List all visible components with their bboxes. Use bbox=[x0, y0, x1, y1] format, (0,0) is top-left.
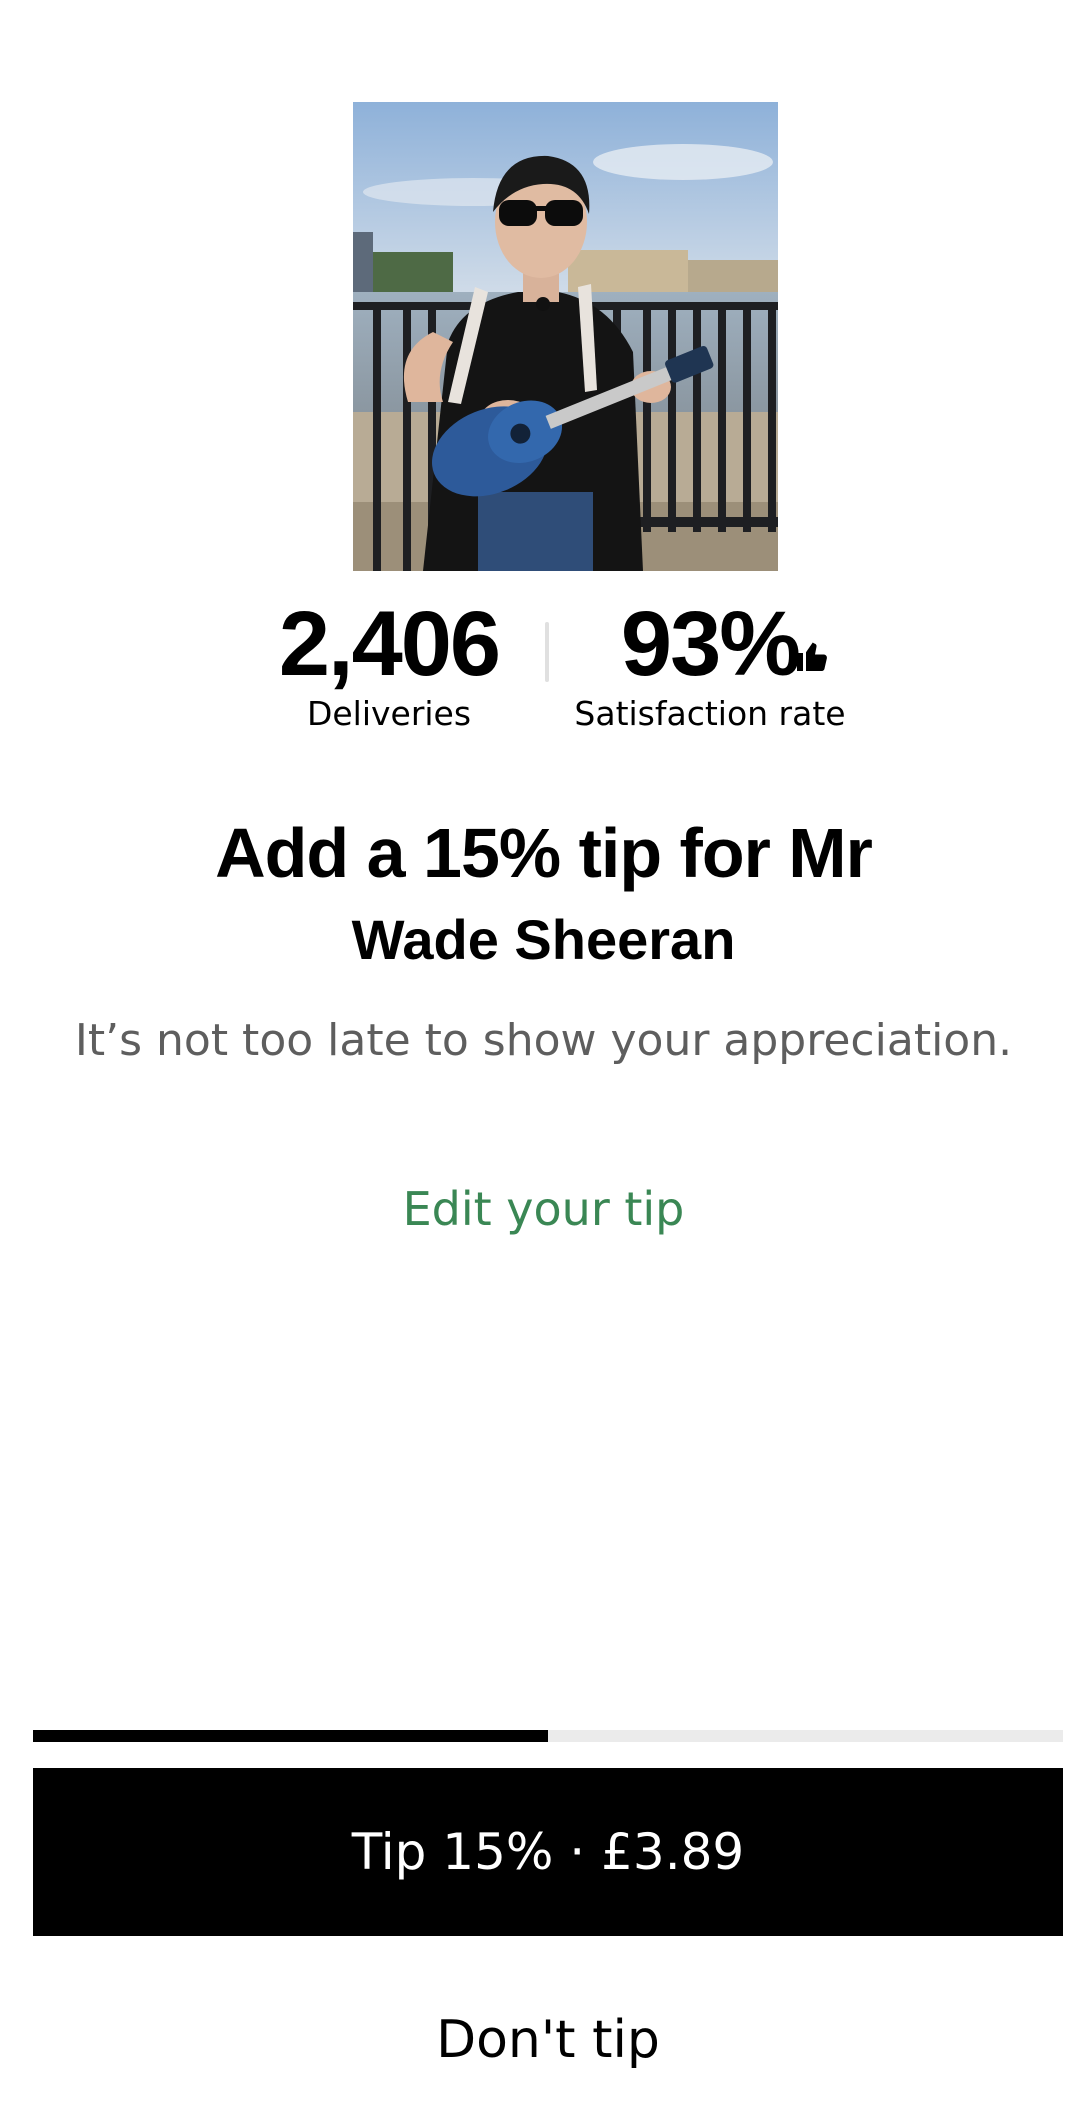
courier-stats: 2,406 Deliveries 93% Satisfaction rate bbox=[0, 594, 1087, 744]
stats-divider bbox=[545, 622, 549, 682]
edit-tip-link[interactable]: Edit your tip bbox=[0, 1176, 1087, 1242]
thumbs-up-icon bbox=[794, 638, 830, 678]
courier-name: Wade Sheeran bbox=[351, 908, 736, 971]
tip-button[interactable]: Tip 15% · £3.89 bbox=[33, 1768, 1063, 1936]
courier-photo bbox=[353, 102, 778, 571]
deliveries-label: Deliveries bbox=[306, 694, 472, 733]
tip-subtitle: It’s not too late to show your appreciat… bbox=[74, 1015, 1013, 1066]
deliveries-value: 2,406 bbox=[278, 593, 501, 695]
dont-tip-button[interactable]: Don't tip bbox=[33, 1990, 1063, 2090]
satisfaction-label: Satisfaction rate bbox=[574, 694, 846, 733]
deliveries-stat: 2,406 Deliveries bbox=[254, 594, 524, 734]
tip-title: Add a 15% tip for Mr bbox=[215, 814, 873, 892]
progress-bar bbox=[33, 1730, 1063, 1742]
progress-fill bbox=[33, 1730, 548, 1742]
